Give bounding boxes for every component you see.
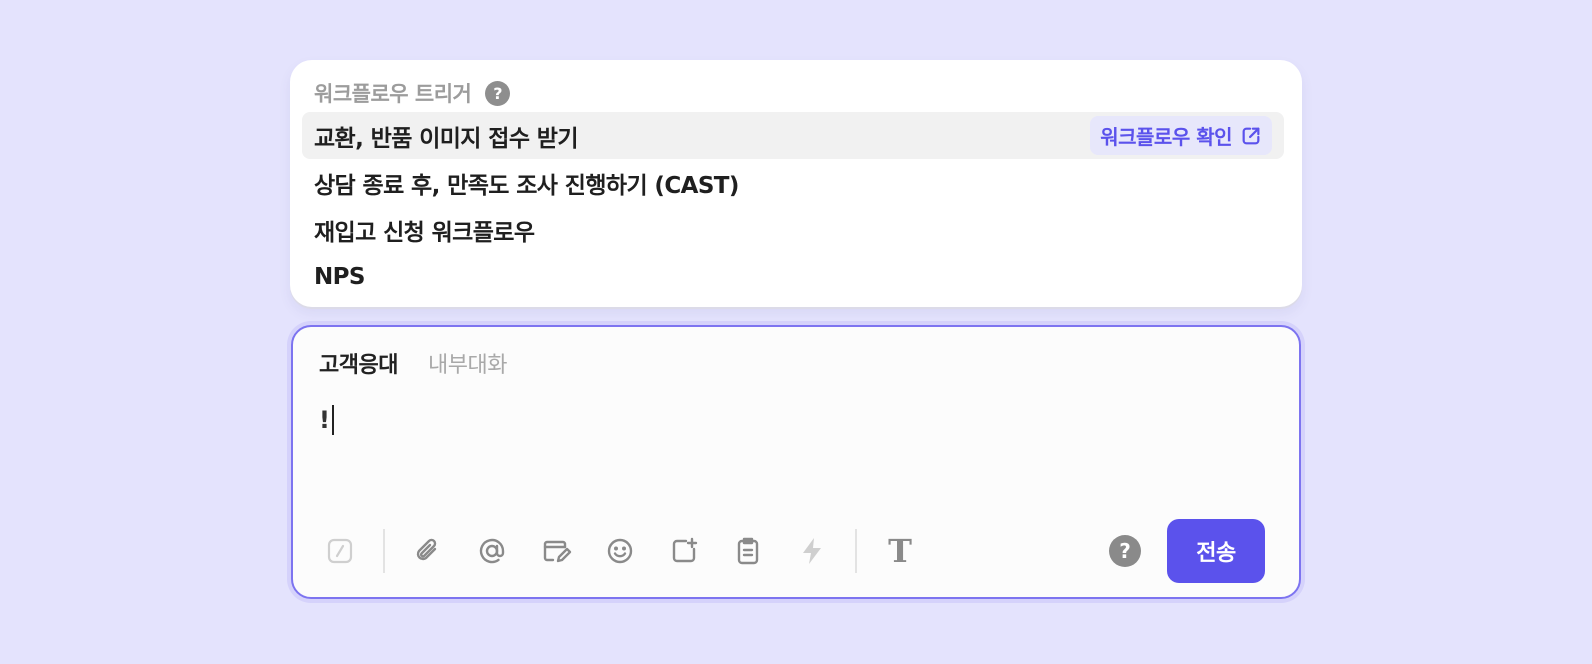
mention-icon[interactable] — [471, 530, 513, 572]
help-icon[interactable]: ? — [1109, 535, 1141, 567]
workflow-item[interactable]: 교환, 반품 이미지 접수 받기 워크플로우 확인 — [302, 112, 1284, 159]
text-caret — [331, 405, 334, 435]
tab-internal-chat[interactable]: 내부대화 — [428, 347, 507, 379]
emoji-icon[interactable] — [599, 530, 641, 572]
add-card-icon[interactable] — [663, 530, 705, 572]
message-composer: 고객응대 내부대화 ! T ? 전송 — [291, 325, 1301, 599]
workflow-item-label: 교환, 반품 이미지 접수 받기 — [314, 125, 579, 152]
workflow-item[interactable]: NPS — [302, 253, 1284, 300]
toolbar-divider — [855, 529, 857, 573]
composer-toolbar: T ? 전송 — [319, 519, 1265, 583]
help-icon[interactable]: ? — [485, 80, 511, 106]
external-link-icon — [1242, 127, 1260, 144]
workflow-trigger-panel: 워크플로우 트리거 ? 교환, 반품 이미지 접수 받기 워크플로우 확인 상담… — [290, 60, 1302, 307]
workflow-item-label: NPS — [314, 263, 365, 290]
slash-command-icon[interactable] — [319, 530, 361, 572]
workflow-item[interactable]: 재입고 신청 워크플로우 — [302, 206, 1284, 253]
composer-tabs: 고객응대 내부대화 — [319, 347, 507, 379]
message-input[interactable]: ! — [319, 405, 334, 435]
clipboard-icon[interactable] — [727, 530, 769, 572]
tab-customer-response[interactable]: 고객응대 — [319, 347, 398, 379]
lightning-icon[interactable] — [791, 530, 833, 572]
view-workflow-link[interactable]: 워크플로우 확인 — [1090, 116, 1272, 155]
workflow-list: 교환, 반품 이미지 접수 받기 워크플로우 확인 상담 종료 후, 만족도 조… — [302, 112, 1284, 300]
workflow-item-label: 상담 종료 후, 만족도 조사 진행하기 (CAST) — [314, 172, 739, 199]
view-workflow-label: 워크플로우 확인 — [1100, 125, 1232, 149]
text-format-icon[interactable]: T — [879, 530, 921, 572]
send-button[interactable]: 전송 — [1167, 519, 1265, 583]
paperclip-icon[interactable] — [407, 530, 449, 572]
form-edit-icon[interactable] — [535, 530, 577, 572]
message-input-value: ! — [319, 406, 330, 434]
workflow-item[interactable]: 상담 종료 후, 만족도 조사 진행하기 (CAST) — [302, 159, 1284, 206]
panel-header: 워크플로우 트리거 ? — [314, 78, 511, 108]
workflow-item-label: 재입고 신청 워크플로우 — [314, 219, 535, 246]
panel-title: 워크플로우 트리거 — [314, 82, 472, 106]
toolbar-divider — [383, 529, 385, 573]
